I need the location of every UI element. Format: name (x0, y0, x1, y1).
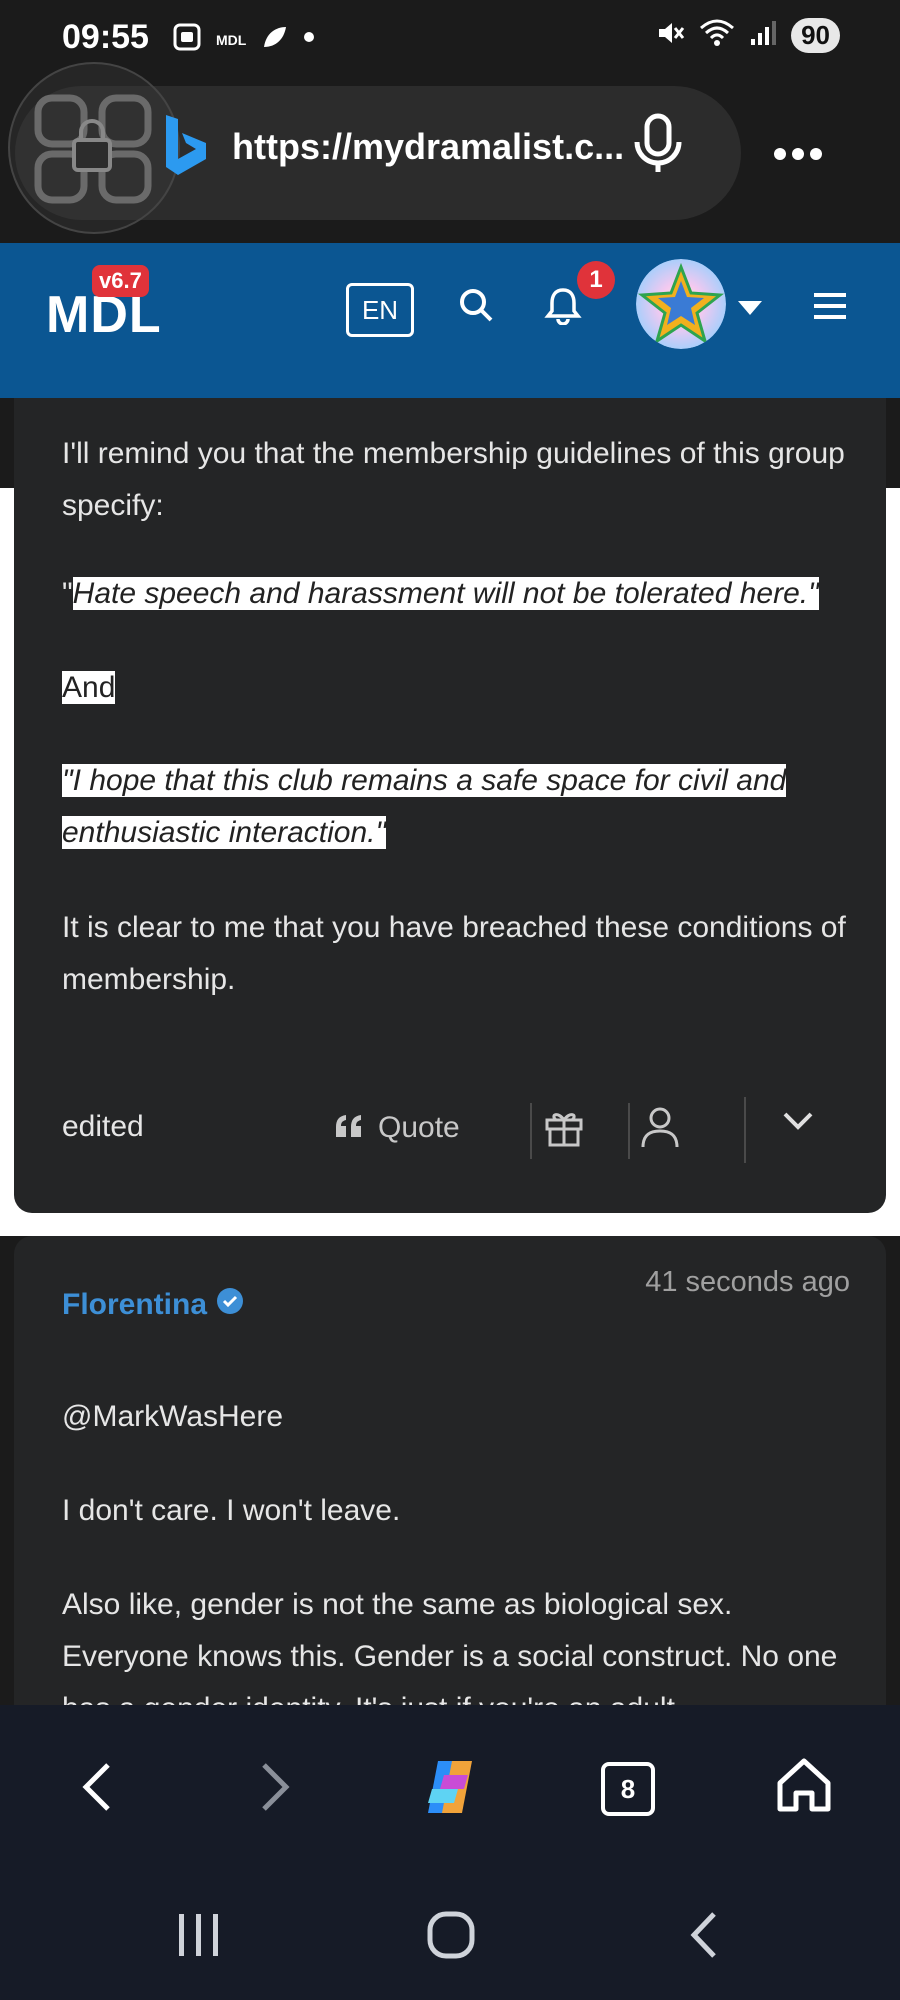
comment-text: I don't care. I won't leave. (62, 1494, 401, 1527)
more-icon[interactable] (772, 146, 824, 167)
quote-text: "Hate speech and harassment will not be … (62, 577, 819, 610)
microphone-icon[interactable] (630, 112, 686, 181)
site-header: MDL v6.7 EN 1 (0, 243, 900, 398)
language-button[interactable]: EN (346, 283, 414, 337)
quote-icon (334, 1111, 364, 1145)
mention-text: @MarkWasHere (62, 1400, 284, 1433)
quote-text: "I hope that this club remains a safe sp… (62, 764, 787, 797)
comment-time: 41 seconds ago (645, 1266, 850, 1298)
comment-text: It is clear to me that you have breached… (62, 911, 846, 996)
comment-author[interactable]: Florentina (62, 1286, 245, 1324)
forward-icon[interactable] (258, 1761, 292, 1818)
dot-icon (302, 30, 316, 49)
wifi-icon (699, 18, 735, 53)
back-icon[interactable] (80, 1761, 114, 1818)
comment-text: And (62, 671, 116, 704)
divider (530, 1103, 532, 1159)
system-back-icon[interactable] (686, 1910, 720, 1965)
search-icon[interactable] (456, 285, 496, 330)
edited-label: edited (62, 1110, 144, 1143)
quote-label: Quote (378, 1111, 460, 1144)
version-badge: v6.7 (92, 265, 149, 297)
user-icon[interactable] (640, 1105, 680, 1154)
home-circle-icon[interactable] (426, 1910, 476, 1965)
mute-icon (655, 18, 685, 53)
comment-card: Florentina 41 seconds ago @MarkWasHere I… (14, 1236, 886, 1725)
battery-level: 90 (791, 18, 840, 53)
avatar[interactable] (636, 259, 726, 349)
lock-overlay-icon[interactable] (8, 62, 180, 234)
home-icon[interactable] (776, 1757, 832, 1818)
notification-badge: 1 (577, 261, 615, 299)
recents-icon[interactable] (176, 1912, 222, 1963)
quote-button[interactable]: Quote (334, 1093, 460, 1163)
gift-icon[interactable] (544, 1107, 584, 1152)
browser-bottom-nav: 8 (0, 1705, 900, 1870)
bell-icon[interactable] (544, 285, 582, 330)
browser-toolbar: https://mydramalist.c... (0, 62, 900, 243)
divider (744, 1097, 746, 1163)
copilot-icon[interactable] (418, 1755, 482, 1824)
account-caret-icon[interactable] (738, 301, 762, 320)
chevron-down-icon[interactable] (782, 1111, 814, 1136)
tabs-count-button[interactable]: 8 (601, 1762, 655, 1816)
menu-icon[interactable] (814, 293, 846, 324)
screenshot-icon (172, 22, 202, 57)
status-time: 09:55 (62, 18, 149, 56)
url-text[interactable]: https://mydramalist.c... (232, 126, 624, 168)
signal-icon (749, 19, 777, 52)
leaf-icon (260, 23, 288, 56)
quote-text: enthusiastic interaction." (62, 816, 387, 849)
comment-card: I'll remind you that the membership guid… (14, 398, 886, 1213)
author-name[interactable]: Florentina (62, 1288, 207, 1322)
verified-icon (215, 1286, 245, 1324)
bing-icon (160, 113, 210, 182)
comment-text: I'll remind you that the membership guid… (62, 437, 845, 522)
comment-actions: Quote (334, 1093, 854, 1163)
system-nav-bar (0, 1870, 900, 2000)
divider (628, 1103, 630, 1159)
mdl-icon: MDL (216, 31, 247, 48)
